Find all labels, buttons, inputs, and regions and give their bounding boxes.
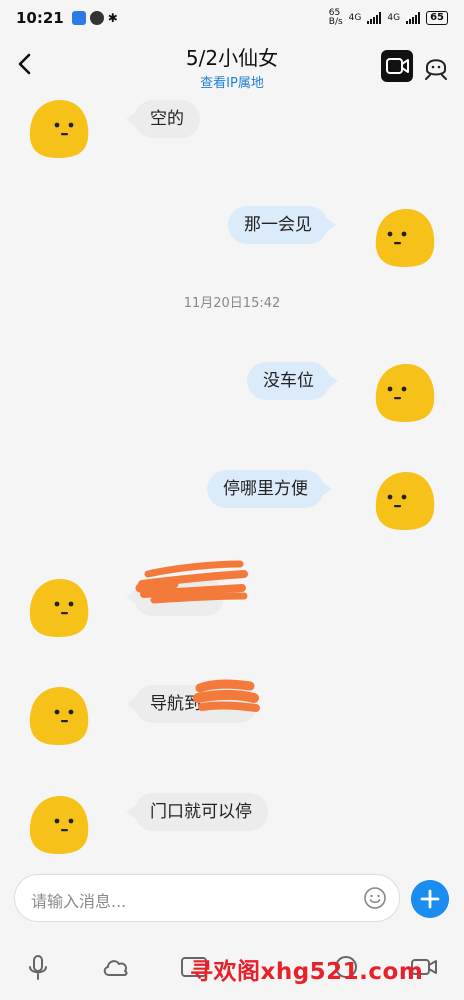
message-bubble[interactable]: 那一会见 [228,206,336,244]
my-avatar[interactable] [370,205,438,269]
emoji-icon[interactable] [363,886,387,910]
status-bar: 10:21 ✱ 65 B/s 4G 4G 65 [0,0,464,36]
my-avatar[interactable] [370,360,438,424]
cloud-icon[interactable] [100,951,132,983]
bluetooth-icon: ✱ [107,11,118,25]
my-avatar[interactable] [370,468,438,532]
signal-icon-2 [406,12,421,24]
redaction-scribble [193,679,260,712]
chat-header: 5/2小仙女 查看IP属地 [0,36,464,94]
contact-avatar[interactable] [24,683,92,747]
message-bubble[interactable]: 没车位 [247,362,338,400]
signal-icon [367,12,382,24]
status-time: 10:21 [16,9,64,27]
message-text: 没车位 [263,371,314,391]
message-text: 空的 [150,109,184,129]
message-text: 停哪里方便 [223,479,308,499]
message-text: 那一会见 [244,215,312,235]
message-text: 门口就可以停 [150,802,252,822]
input-bar: 请输入消息... [0,866,464,930]
message-input[interactable]: 请输入消息... [14,874,400,922]
alarm-icon [89,11,104,25]
message-input-placeholder: 请输入消息... [31,892,127,911]
message-bubble[interactable]: 空的 [126,100,200,138]
video-call-icon [386,58,409,74]
redaction-scribble [135,560,248,604]
status-right: 65 B/s 4G 4G 65 [329,9,448,27]
microphone-icon[interactable] [22,951,54,983]
network-type-1: 4G [348,13,362,23]
plus-icon[interactable] [411,880,449,918]
watermark: 寻欢阁xhg521.com [190,959,424,985]
net-speed: 65 B/s [328,8,343,27]
contact-avatar[interactable] [24,96,92,160]
battery-icon: 65 [426,11,448,25]
app-notification-icon [71,11,86,25]
message-bubble[interactable]: 停哪里方便 [207,470,332,508]
contact-avatar[interactable] [24,575,92,639]
contact-avatar[interactable] [24,792,92,856]
chat-screen: 10:21 ✱ 65 B/s 4G 4G 65 5/2小仙女 查看IP属地 空的… [0,0,464,1000]
network-type-2: 4G [387,13,401,23]
video-call-button[interactable] [381,50,413,82]
profile-icon[interactable] [421,50,451,82]
message-timestamp: 11月20日15:42 [183,296,281,311]
message-bubble[interactable]: 门口就可以停 [126,793,268,831]
